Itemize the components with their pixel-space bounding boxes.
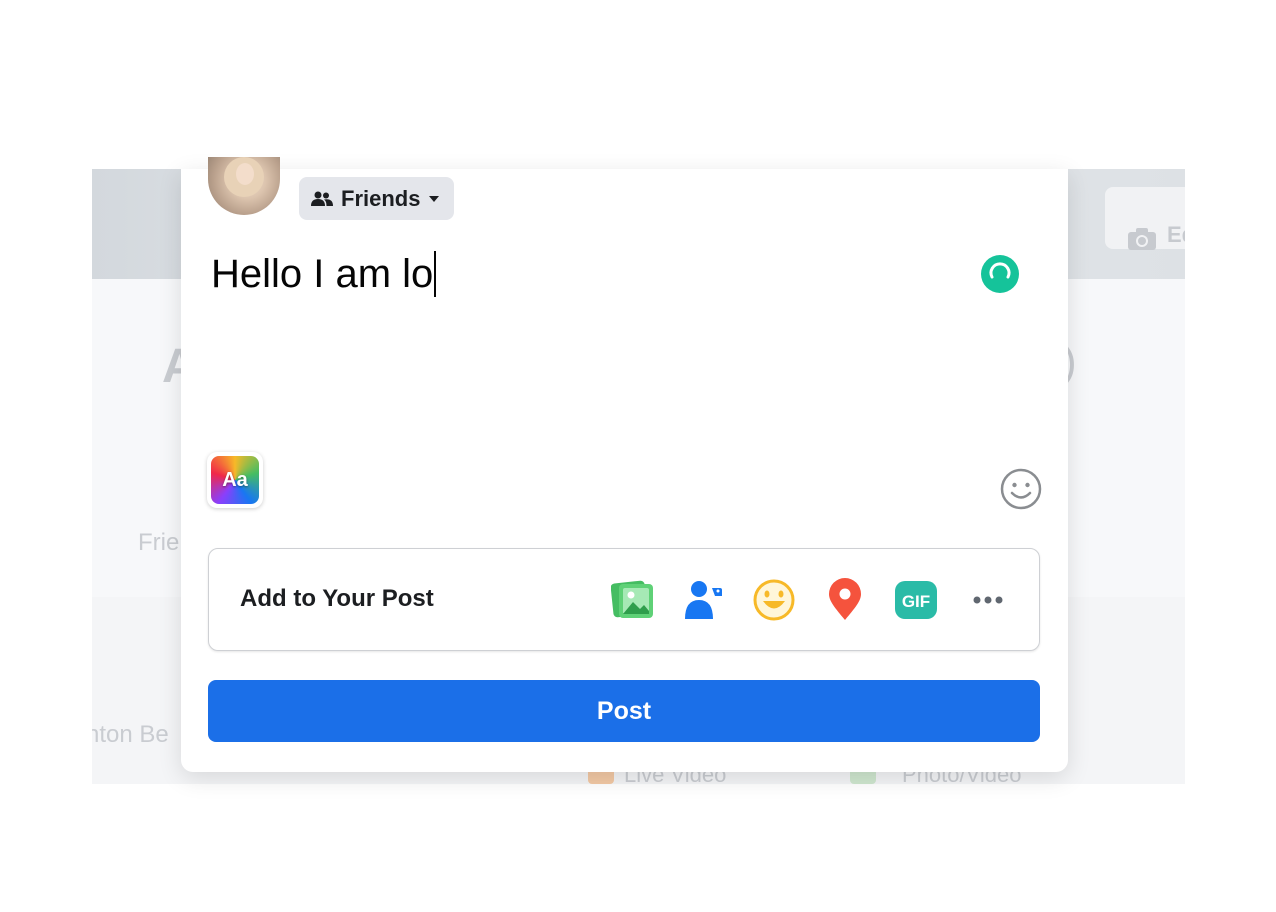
grammar-checker-icon[interactable] — [981, 255, 1019, 293]
edit-cover-label: Ed — [1167, 222, 1185, 247]
post-text-input[interactable]: Hello I am lo — [211, 251, 437, 297]
avatar — [208, 157, 280, 215]
photo-video-button[interactable] — [609, 576, 657, 624]
more-options-button[interactable] — [964, 576, 1012, 624]
tag-people-icon — [685, 581, 722, 619]
audience-label: Friends — [341, 185, 421, 211]
photo-video-icon — [611, 580, 653, 618]
caret-down-icon — [429, 195, 440, 202]
gif-icon: GIF — [895, 581, 937, 619]
friend-name: nton Be — [92, 721, 169, 748]
add-to-post-panel: Add to Your Post GIF — [208, 548, 1040, 651]
text-style-label: Aa — [222, 468, 248, 491]
tag-people-button[interactable] — [680, 576, 728, 624]
post-button-label: Post — [596, 696, 652, 725]
nav-item-friends[interactable]: Frie — [138, 529, 179, 557]
gif-label: GIF — [902, 592, 930, 611]
edit-cover-button[interactable]: Ed — [1105, 187, 1185, 250]
feeling-icon — [753, 579, 795, 621]
emoji-icon[interactable] — [999, 467, 1043, 511]
text-caret — [434, 251, 437, 297]
create-post-dialog: Friends Hello I am lo Aa Add to Your Pos… — [181, 157, 1068, 772]
add-to-post-label: Add to Your Post — [240, 585, 434, 612]
post-text-value: Hello I am lo — [211, 251, 434, 296]
check-in-button[interactable] — [821, 576, 869, 624]
feeling-activity-button[interactable] — [750, 576, 798, 624]
more-icon — [973, 596, 1003, 604]
camera-icon — [1128, 228, 1156, 250]
audience-selector-button[interactable]: Friends — [299, 177, 455, 220]
text-background-button[interactable]: Aa — [207, 452, 263, 508]
post-button[interactable]: Post — [208, 680, 1040, 742]
friends-icon — [311, 191, 333, 206]
check-in-icon — [829, 578, 861, 620]
gif-button[interactable]: GIF — [892, 576, 940, 624]
